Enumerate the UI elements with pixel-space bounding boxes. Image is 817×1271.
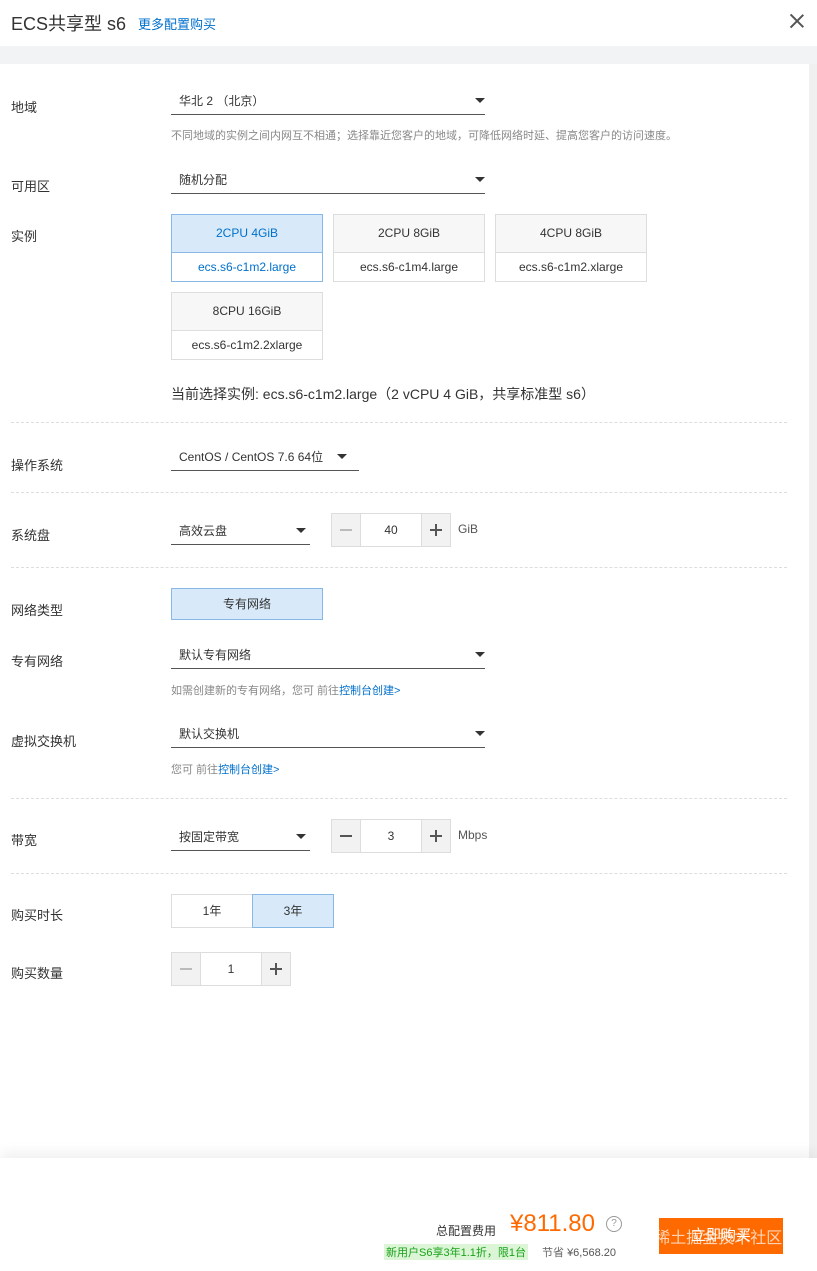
savings-label: 节省 xyxy=(542,1247,564,1259)
disk-type-select[interactable]: 高效云盘 xyxy=(171,518,310,545)
section-divider xyxy=(11,492,787,493)
zone-value: 随机分配 xyxy=(179,173,228,187)
section-divider xyxy=(11,798,787,799)
vpc-hint: 如需创建新的专有网络，您可 前往控制台创建> xyxy=(171,682,401,698)
bandwidth-label: 带宽 xyxy=(11,833,38,848)
vpc-label: 专有网络 xyxy=(11,654,64,669)
instance-model: ecs.s6-c1m2.xlarge xyxy=(518,260,624,274)
duration-option-3y[interactable]: 3年 xyxy=(252,894,334,928)
vpc-select[interactable]: 默认专有网络 xyxy=(171,642,485,669)
os-value: CentOS / CentOS 7.6 64位 xyxy=(179,450,324,464)
chevron-down-icon xyxy=(296,834,306,839)
quantity-label: 购买数量 xyxy=(11,966,64,981)
zone-select[interactable]: 随机分配 xyxy=(171,167,485,194)
chevron-down-icon xyxy=(475,652,485,657)
instance-card-2cpu-8gib[interactable]: 2CPU 8GiB ecs.s6-c1m4.large xyxy=(333,214,485,282)
duration-label: 购买时长 xyxy=(11,908,64,923)
instance-card-8cpu-16gib[interactable]: 8CPU 16GiB ecs.s6-c1m2.2xlarge xyxy=(171,292,323,360)
savings-text: 节省 ¥6,568.20 xyxy=(542,1244,616,1260)
network-type-vpc-button[interactable]: 专有网络 xyxy=(171,588,323,620)
bandwidth-unit: Mbps xyxy=(458,828,488,842)
minus-icon[interactable] xyxy=(172,953,201,985)
vswitch-select[interactable]: 默认交换机 xyxy=(171,721,485,748)
scrollbar[interactable] xyxy=(809,64,817,1158)
quantity-value[interactable]: 1 xyxy=(201,953,261,985)
vswitch-console-link[interactable]: 控制台创建> xyxy=(218,764,279,776)
os-select[interactable]: CentOS / CentOS 7.6 64位 xyxy=(171,444,359,471)
bandwidth-value[interactable]: 3 xyxy=(361,820,421,852)
chevron-down-icon xyxy=(337,454,347,459)
plus-icon[interactable] xyxy=(261,953,290,985)
disk-unit: GiB xyxy=(458,522,479,536)
plus-icon[interactable] xyxy=(421,820,450,852)
chevron-down-icon xyxy=(475,98,485,103)
vpc-value: 默认专有网络 xyxy=(179,648,252,662)
region-label: 地域 xyxy=(11,100,38,115)
os-label: 操作系统 xyxy=(11,458,64,473)
instance-model: ecs.s6-c1m4.large xyxy=(359,260,459,274)
chevron-down-icon xyxy=(475,177,485,182)
region-value: 华北 2 （北京） xyxy=(179,94,265,108)
disk-size-stepper: 40 xyxy=(331,513,451,547)
disk-label: 系统盘 xyxy=(11,528,51,543)
bandwidth-type-value: 按固定带宽 xyxy=(179,830,240,844)
instance-model: ecs.s6-c1m2.large xyxy=(197,260,297,274)
zone-label: 可用区 xyxy=(11,179,51,194)
savings-amount: ¥6,568.20 xyxy=(567,1247,616,1259)
chevron-down-icon xyxy=(296,528,306,533)
promo-badge: 新用户S6享3年1.1折，限1台 xyxy=(384,1244,528,1260)
duration-option-1y[interactable]: 1年 xyxy=(171,894,253,928)
close-icon[interactable] xyxy=(788,12,806,30)
section-divider xyxy=(11,567,787,568)
instance-card-2cpu-4gib[interactable]: 2CPU 4GiB ecs.s6-c1m2.large xyxy=(171,214,323,282)
total-cost-label: 总配置费用 xyxy=(436,1224,497,1238)
plus-icon[interactable] xyxy=(421,514,450,546)
header-divider-strip xyxy=(0,46,817,64)
buy-now-button[interactable]: 立即购买 xyxy=(659,1218,783,1254)
vswitch-hint-text: 您可 前往 xyxy=(171,764,219,776)
region-hint: 不同地域的实例之间内网互不相通；选择靠近您客户的地域，可降低网络时延、提高您客户… xyxy=(171,130,677,142)
bandwidth-type-select[interactable]: 按固定带宽 xyxy=(171,824,310,851)
quantity-stepper: 1 xyxy=(171,952,291,986)
instance-card-4cpu-8gib[interactable]: 4CPU 8GiB ecs.s6-c1m2.xlarge xyxy=(495,214,647,282)
more-config-link[interactable]: 更多配置购买 xyxy=(138,14,216,33)
dialog-title: ECS共享型 s6 xyxy=(11,14,127,34)
instance-label: 实例 xyxy=(11,229,38,244)
instance-model: ecs.s6-c1m2.2xlarge xyxy=(191,338,303,352)
chevron-down-icon xyxy=(475,731,485,736)
vpc-hint-text: 如需创建新的专有网络，您可 前往 xyxy=(171,685,340,697)
dialog-header: ECS共享型 s6 更多配置购买 xyxy=(0,0,817,46)
instance-spec: 4CPU 8GiB xyxy=(496,215,646,253)
bandwidth-stepper: 3 xyxy=(331,819,451,853)
vpc-console-link[interactable]: 控制台创建> xyxy=(339,685,400,697)
instance-spec: 2CPU 4GiB xyxy=(172,215,322,253)
current-instance-text: 当前选择实例: ecs.s6-c1m2.large（2 vCPU 4 GiB，共… xyxy=(171,386,595,402)
network-type-label: 网络类型 xyxy=(11,603,64,618)
vswitch-hint: 您可 前往控制台创建> xyxy=(171,761,280,777)
region-select[interactable]: 华北 2 （北京） xyxy=(171,88,485,115)
minus-icon[interactable] xyxy=(332,820,361,852)
section-divider xyxy=(11,422,787,423)
vswitch-value: 默认交换机 xyxy=(179,727,240,741)
total-price: ¥811.80 xyxy=(510,1210,595,1237)
minus-icon[interactable] xyxy=(332,514,361,546)
disk-type-value: 高效云盘 xyxy=(179,524,228,538)
disk-size-value[interactable]: 40 xyxy=(361,514,421,546)
instance-spec: 2CPU 8GiB xyxy=(334,215,484,253)
instance-spec: 8CPU 16GiB xyxy=(172,293,322,331)
vswitch-label: 虚拟交换机 xyxy=(11,734,77,749)
help-icon[interactable]: ? xyxy=(606,1216,622,1232)
section-divider xyxy=(11,873,787,874)
